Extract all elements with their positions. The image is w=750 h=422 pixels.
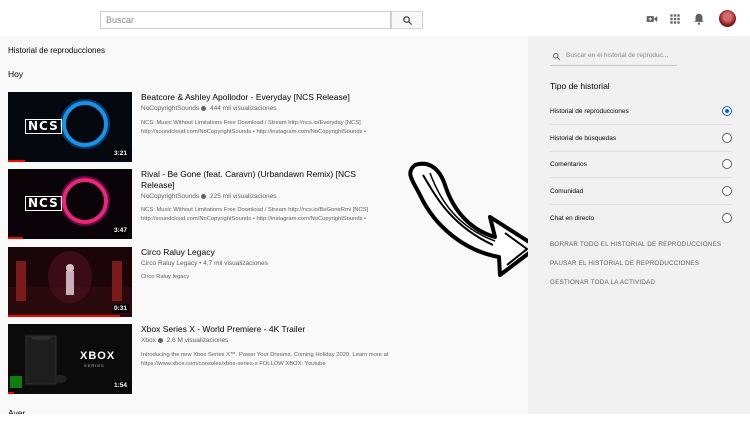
top-bar: Buscar [0,0,750,36]
video-thumbnail[interactable]: XBOX SERIES 1:54 [8,324,132,394]
video-duration: 3:47 [111,226,129,235]
view-count: 4,7 mil visualizaciones [203,260,268,267]
description-line: http://soundcloud.com/NoCopyrightSounds … [141,216,367,222]
radio-button[interactable] [722,133,732,143]
option-label: Comentarios [550,161,587,168]
bell-icon[interactable] [692,12,706,26]
video-title[interactable]: Circo Raluy Legacy [141,247,391,258]
xbox-logo-subtitle: SERIES [84,363,105,368]
option-label: Chat en directo [550,215,595,222]
search-input[interactable]: Buscar [100,11,391,29]
history-option-search[interactable]: Historial de búsquedas [550,126,732,152]
verified-icon [201,105,207,111]
verified-icon [157,337,163,343]
view-count: 225 mil visualizaciones [210,193,277,200]
option-label: Historial de búsquedas [550,135,617,142]
watch-progress [8,237,23,239]
view-count: 2,6 M visualizaciones [166,337,229,344]
page-title: Historial de reproducciones [8,46,105,55]
description-line: Circo Raluy legacy [141,274,190,280]
manage-activity-button[interactable]: GESTIONAR TODA LA ACTIVIDAD [550,279,655,286]
radio-button[interactable] [722,186,732,196]
bottom-strip [0,414,750,422]
option-label: Comunidad [550,188,584,195]
channel-name[interactable]: Xbox [141,337,156,344]
video-item[interactable]: XBOX SERIES 1:54 Xbox Series X - World P… [8,324,488,394]
video-duration: 0:31 [111,304,129,313]
avatar[interactable] [719,10,736,27]
view-count: 444 mil visualizaciones [210,105,277,112]
history-type-title: Tipo de historial [550,81,610,91]
history-option-live-chat[interactable]: Chat en directo [550,206,732,232]
pause-watch-history-button[interactable]: PAUSAR EL HISTORIAL DE REPRODUCCIONES [550,260,699,267]
video-camera-icon[interactable] [645,12,659,26]
option-label: Historial de reproducciones [550,108,629,115]
ncs-logo: NCS [25,196,62,211]
description-line: NCS: Music Without Limitations Free Down… [141,120,361,126]
search-icon [403,16,413,26]
channel-name[interactable]: NoCopyrightSounds [141,193,199,200]
search-button[interactable] [391,11,423,29]
description-line: https://www.xbox.com/consoles/xbox-serie… [141,361,326,367]
radio-button[interactable] [722,213,732,223]
history-sidebar: Buscar en el historial de reproduc... Ti… [528,36,750,414]
video-meta: Circo Raluy Legacy • 4,7 mil visualizaci… [141,260,268,267]
description-line: http://soundcloud.com/NoCopyrightSounds … [141,129,367,135]
search-icon [553,53,561,61]
history-option-community[interactable]: Comunidad [550,179,732,205]
video-duration: 1:54 [111,381,129,390]
apps-grid-icon[interactable] [668,12,682,26]
video-description: Circo Raluy legacy [141,273,421,282]
video-thumbnail[interactable]: NCS 3:47 [8,169,132,239]
video-meta: NoCopyrightSounds 225 mil visualizacione… [141,193,276,200]
video-meta: NoCopyrightSounds 444 mil visualizacione… [141,105,276,112]
radio-button[interactable] [722,159,732,169]
video-item[interactable]: NCS 3:21 Beatcore & Ashley Apollodor - E… [8,92,488,162]
video-duration: 3:21 [111,149,129,158]
description-line: Introducing the new Xbox Series X™. Powe… [141,352,389,358]
channel-name[interactable]: Circo Raluy Legacy [141,260,197,267]
history-option-watch[interactable]: Historial de reproducciones [550,99,732,125]
watch-progress [8,392,15,394]
xbox-logo: XBOX [80,350,116,362]
watch-progress [8,315,120,317]
history-search-placeholder: Buscar en el historial de reproduc... [566,52,669,59]
radio-button-selected[interactable] [722,106,732,116]
section-heading-today: Hoy [8,69,24,79]
video-title[interactable]: Rival - Be Gone (feat. Caravn) (Urbandaw… [141,169,391,191]
verified-icon [201,193,207,199]
history-search-input[interactable]: Buscar en el historial de reproduc... [550,46,677,66]
video-title[interactable]: Xbox Series X - World Premiere - 4K Trai… [141,324,391,335]
history-option-comments[interactable]: Comentarios [550,152,732,178]
video-title[interactable]: Beatcore & Ashley Apollodor - Everyday [… [141,92,391,103]
channel-name[interactable]: NoCopyrightSounds [141,105,199,112]
clear-watch-history-button[interactable]: BORRAR TODO EL HISTORIAL DE REPRODUCCION… [550,241,721,248]
video-thumbnail[interactable]: 0:31 [8,247,132,317]
video-thumbnail[interactable]: NCS 3:21 [8,92,132,162]
watch-progress [8,160,26,162]
video-description: Introducing the new Xbox Series X™. Powe… [141,351,421,369]
video-description: NCS: Music Without Limitations Free Down… [141,206,421,224]
ncs-logo: NCS [25,119,62,134]
hand-drawn-arrow-icon [408,161,539,277]
video-description: NCS: Music Without Limitations Free Down… [141,119,421,137]
description-line: NCS: Music Without Limitations Free Down… [141,207,369,213]
video-meta: Xbox 2,6 M visualizaciones [141,337,228,344]
